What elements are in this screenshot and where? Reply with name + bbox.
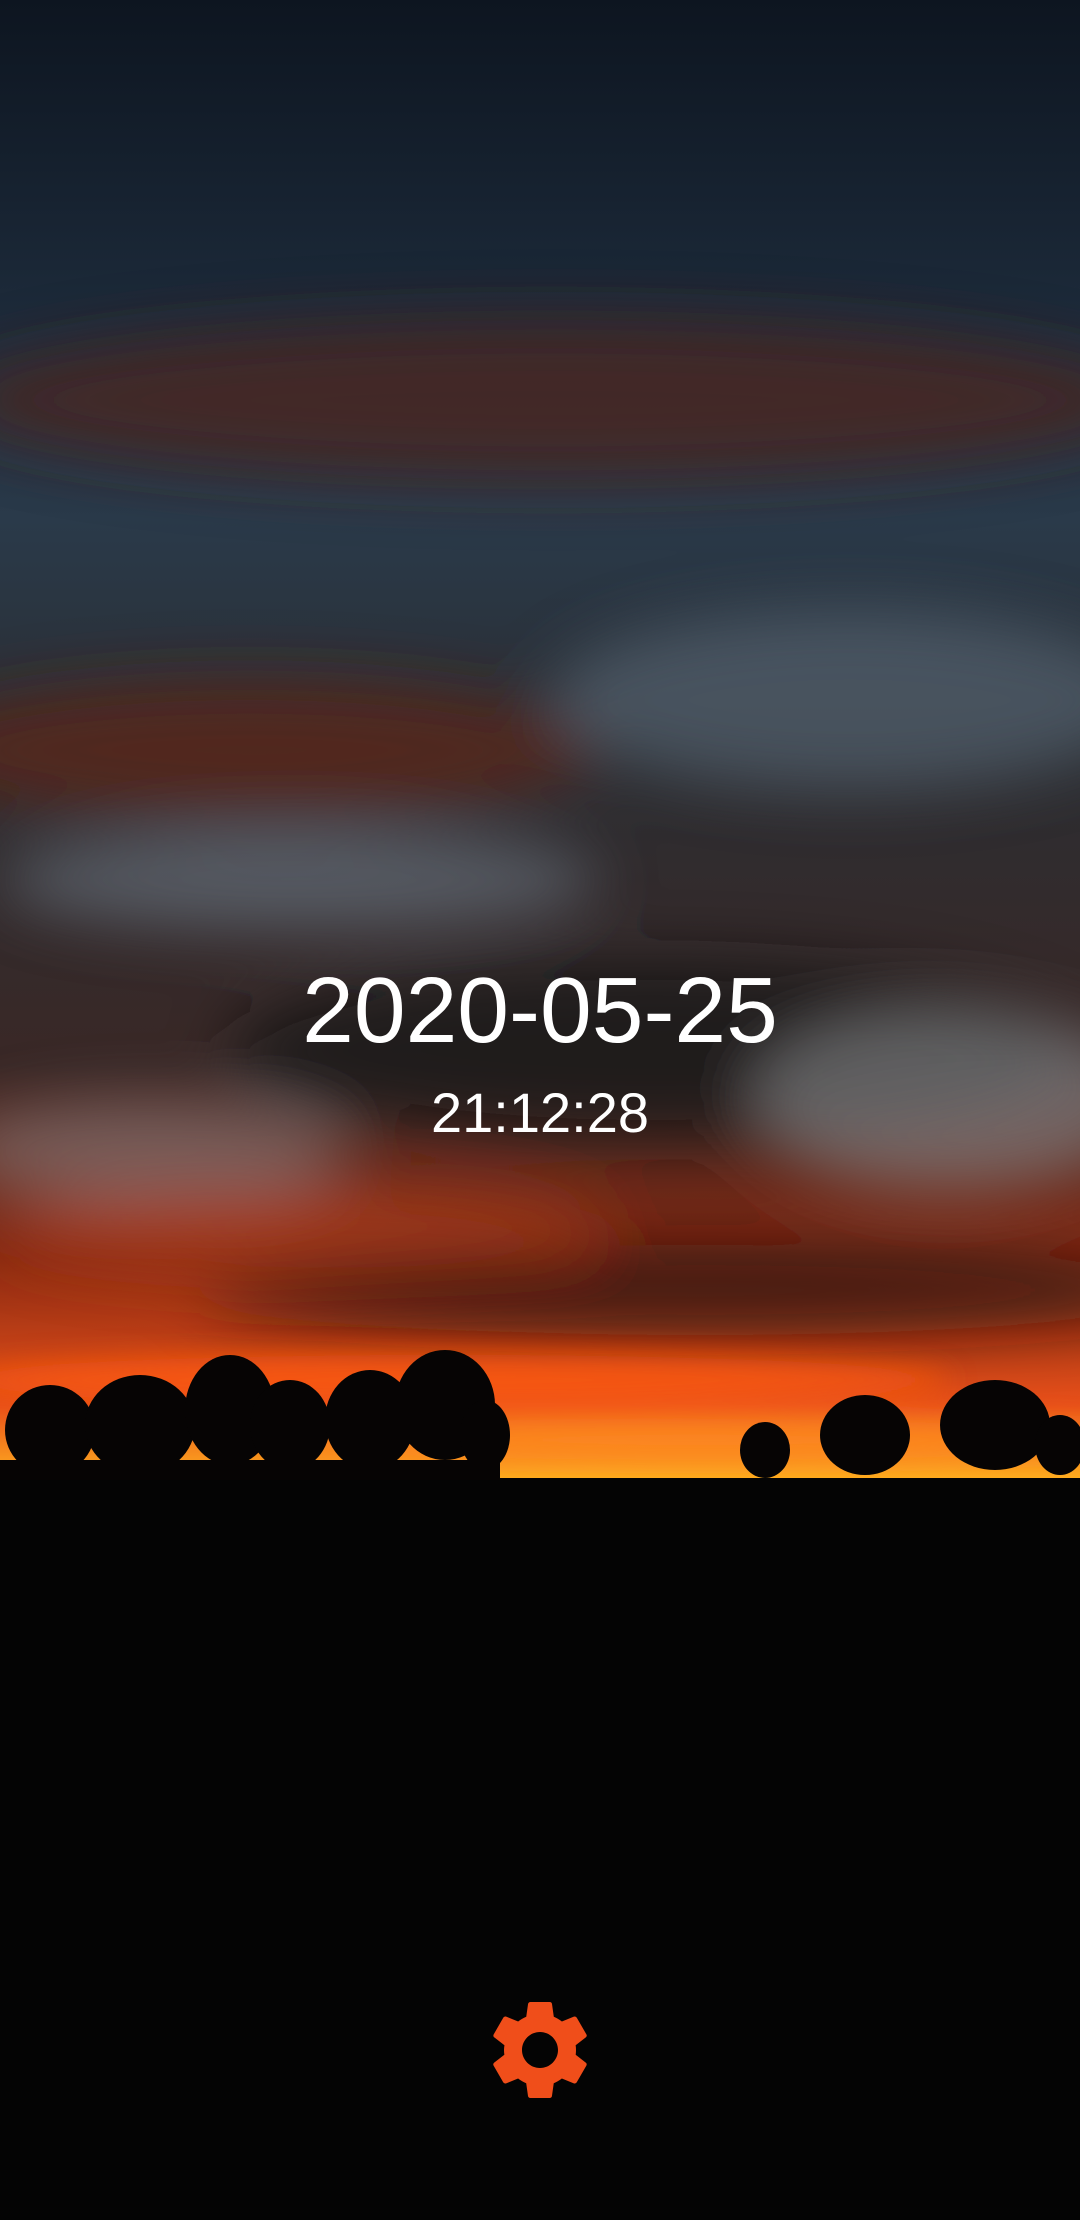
settings-button[interactable] [480, 1990, 600, 2110]
gear-icon [493, 2002, 587, 2098]
lockscreen-time: 21:12:28 [431, 1081, 649, 1144]
lockscreen-date: 2020-05-25 [302, 958, 778, 1062]
